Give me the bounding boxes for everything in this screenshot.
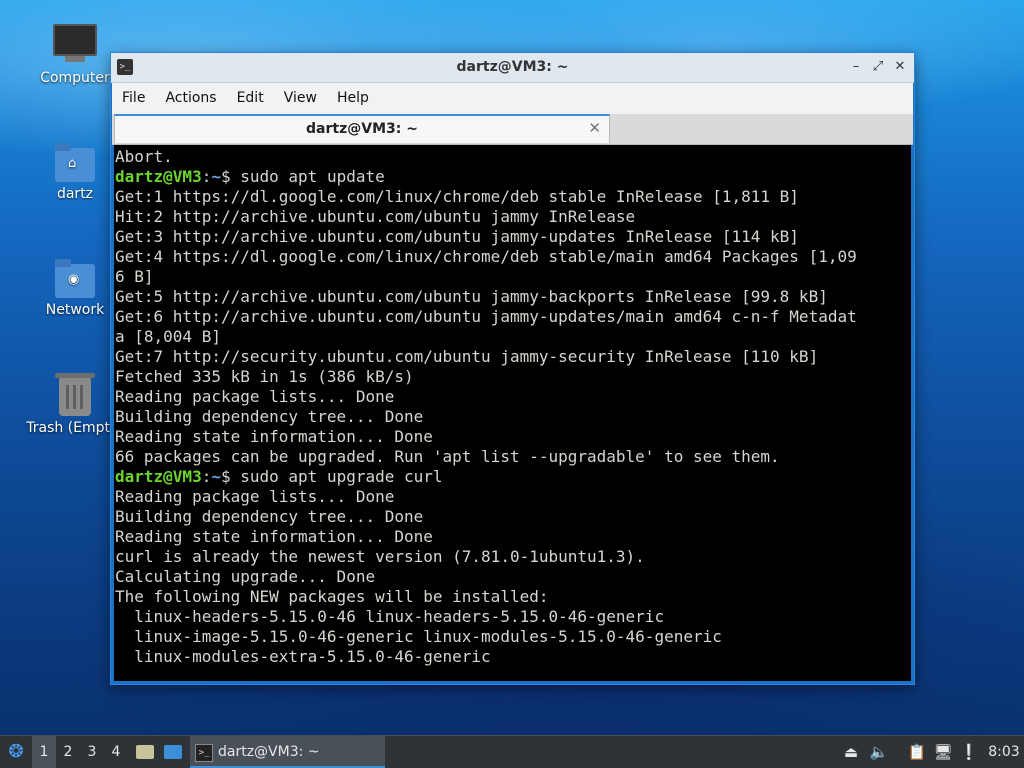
terminal-line: a [8,004 B] xyxy=(115,327,221,346)
minimize-button[interactable]: – xyxy=(847,58,865,76)
workspace-2[interactable]: 2 xyxy=(56,736,80,768)
home-folder-icon: ⌂ xyxy=(55,143,95,182)
terminal-app-icon: >_ xyxy=(195,744,213,762)
network-status-icon[interactable]: 🖥 xyxy=(932,736,954,768)
tab-terminal[interactable]: dartz@VM3: ~ ✕ xyxy=(114,114,610,143)
terminal-line: Reading package lists... Done xyxy=(115,487,395,506)
terminal-line: Reading state information... Done xyxy=(115,427,433,446)
terminal-line: linux-image-5.15.0-46-generic linux-modu… xyxy=(115,627,722,646)
workspace-1[interactable]: 1 xyxy=(32,736,56,768)
prompt-path: ~ xyxy=(211,467,221,486)
terminal-line: Get:5 http://archive.ubuntu.com/ubuntu j… xyxy=(115,287,828,306)
terminal-line: Get:6 http://archive.ubuntu.com/ubuntu j… xyxy=(115,307,857,326)
taskbar-task-terminal[interactable]: >_ dartz@VM3: ~ xyxy=(190,736,385,768)
volume-icon[interactable]: 🔈 xyxy=(868,736,890,768)
terminal-line: Reading package lists... Done xyxy=(115,387,395,406)
task-label: dartz@VM3: ~ xyxy=(218,744,320,760)
terminal-line: Abort. xyxy=(115,147,173,166)
menu-view[interactable]: View xyxy=(274,83,327,114)
start-menu-icon[interactable]: ❂ xyxy=(2,736,30,768)
window-titlebar[interactable]: >_ dartz@VM3: ~ – ⤢ ✕ xyxy=(111,53,914,83)
terminal-prompt-line: dartz@VM3:~$ sudo apt update xyxy=(115,167,385,186)
terminal-line: curl is already the newest version (7.81… xyxy=(115,547,645,566)
menu-edit[interactable]: Edit xyxy=(227,83,274,114)
tab-bar: dartz@VM3: ~ ✕ xyxy=(112,114,913,145)
workspace-3[interactable]: 3 xyxy=(80,736,104,768)
terminal-line: Calculating upgrade... Done xyxy=(115,567,376,586)
command-text: $ sudo apt upgrade curl xyxy=(220,467,443,486)
trash-icon xyxy=(55,373,95,416)
terminal-line: linux-headers-5.15.0-46 linux-headers-5.… xyxy=(115,607,665,626)
terminal-line: Building dependency tree... Done xyxy=(115,507,424,526)
prompt-user: dartz@VM3 xyxy=(115,467,202,486)
network-folder-icon: ◉ xyxy=(55,259,95,298)
command-text: $ sudo apt update xyxy=(220,167,385,186)
terminal-lines: Abort. dartz@VM3:~$ sudo apt update Get:1 … xyxy=(114,145,911,667)
tab-label: dartz@VM3: ~ xyxy=(306,121,418,137)
terminal-line: Get:3 http://archive.ubuntu.com/ubuntu j… xyxy=(115,227,799,246)
taskbar: ❂ 1 2 3 4 >_ dartz@VM3: ~ ⏏ 🔈 📋 🖥 ❕ 8:03 xyxy=(0,735,1024,768)
close-button[interactable]: ✕ xyxy=(891,58,909,76)
terminal-output[interactable]: Abort. dartz@VM3:~$ sudo apt update Get:1 … xyxy=(114,145,911,681)
maximize-button[interactable]: ⤢ xyxy=(869,58,887,76)
workspace-4[interactable]: 4 xyxy=(104,736,128,768)
prompt-user: dartz@VM3 xyxy=(115,167,202,186)
terminal-window[interactable]: >_ dartz@VM3: ~ – ⤢ ✕ File Actions Edit Vie… xyxy=(110,52,915,685)
terminal-line: linux-modules-extra-5.15.0-46-generic xyxy=(115,647,491,666)
terminal-line: Reading state information... Done xyxy=(115,527,433,546)
menubar: File Actions Edit View Help xyxy=(112,83,913,114)
menu-help[interactable]: Help xyxy=(327,83,379,114)
terminal-line: Get:4 https://dl.google.com/linux/chrome… xyxy=(115,247,857,266)
notification-icon[interactable]: ❕ xyxy=(958,736,980,768)
clock[interactable]: 8:03 xyxy=(988,736,1020,768)
terminal-line: Building dependency tree... Done xyxy=(115,407,424,426)
computer-icon xyxy=(53,24,97,62)
terminal-line: The following NEW packages will be insta… xyxy=(115,587,549,606)
terminal-line: 6 B] xyxy=(115,267,154,286)
eject-icon[interactable]: ⏏ xyxy=(840,736,862,768)
clipboard-icon[interactable]: 📋 xyxy=(906,736,928,768)
menu-actions[interactable]: Actions xyxy=(155,83,226,114)
terminal-line: Get:7 http://security.ubuntu.com/ubuntu … xyxy=(115,347,819,366)
terminal-prompt-line: dartz@VM3:~$ sudo apt upgrade curl xyxy=(115,467,443,486)
tab-close-icon[interactable]: ✕ xyxy=(588,119,601,137)
window-title: dartz@VM3: ~ xyxy=(456,59,569,75)
show-desktop-icon[interactable] xyxy=(162,736,184,768)
prompt-path: ~ xyxy=(211,167,221,186)
terminal-line: Get:1 https://dl.google.com/linux/chrome… xyxy=(115,187,799,206)
file-manager-launcher-icon[interactable] xyxy=(134,736,154,768)
terminal-line: Fetched 335 kB in 1s (386 kB/s) xyxy=(115,367,414,386)
terminal-line: 66 packages can be upgraded. Run 'apt li… xyxy=(115,447,780,466)
terminal-line: Hit:2 http://archive.ubuntu.com/ubuntu j… xyxy=(115,207,636,226)
menu-file[interactable]: File xyxy=(112,83,155,114)
